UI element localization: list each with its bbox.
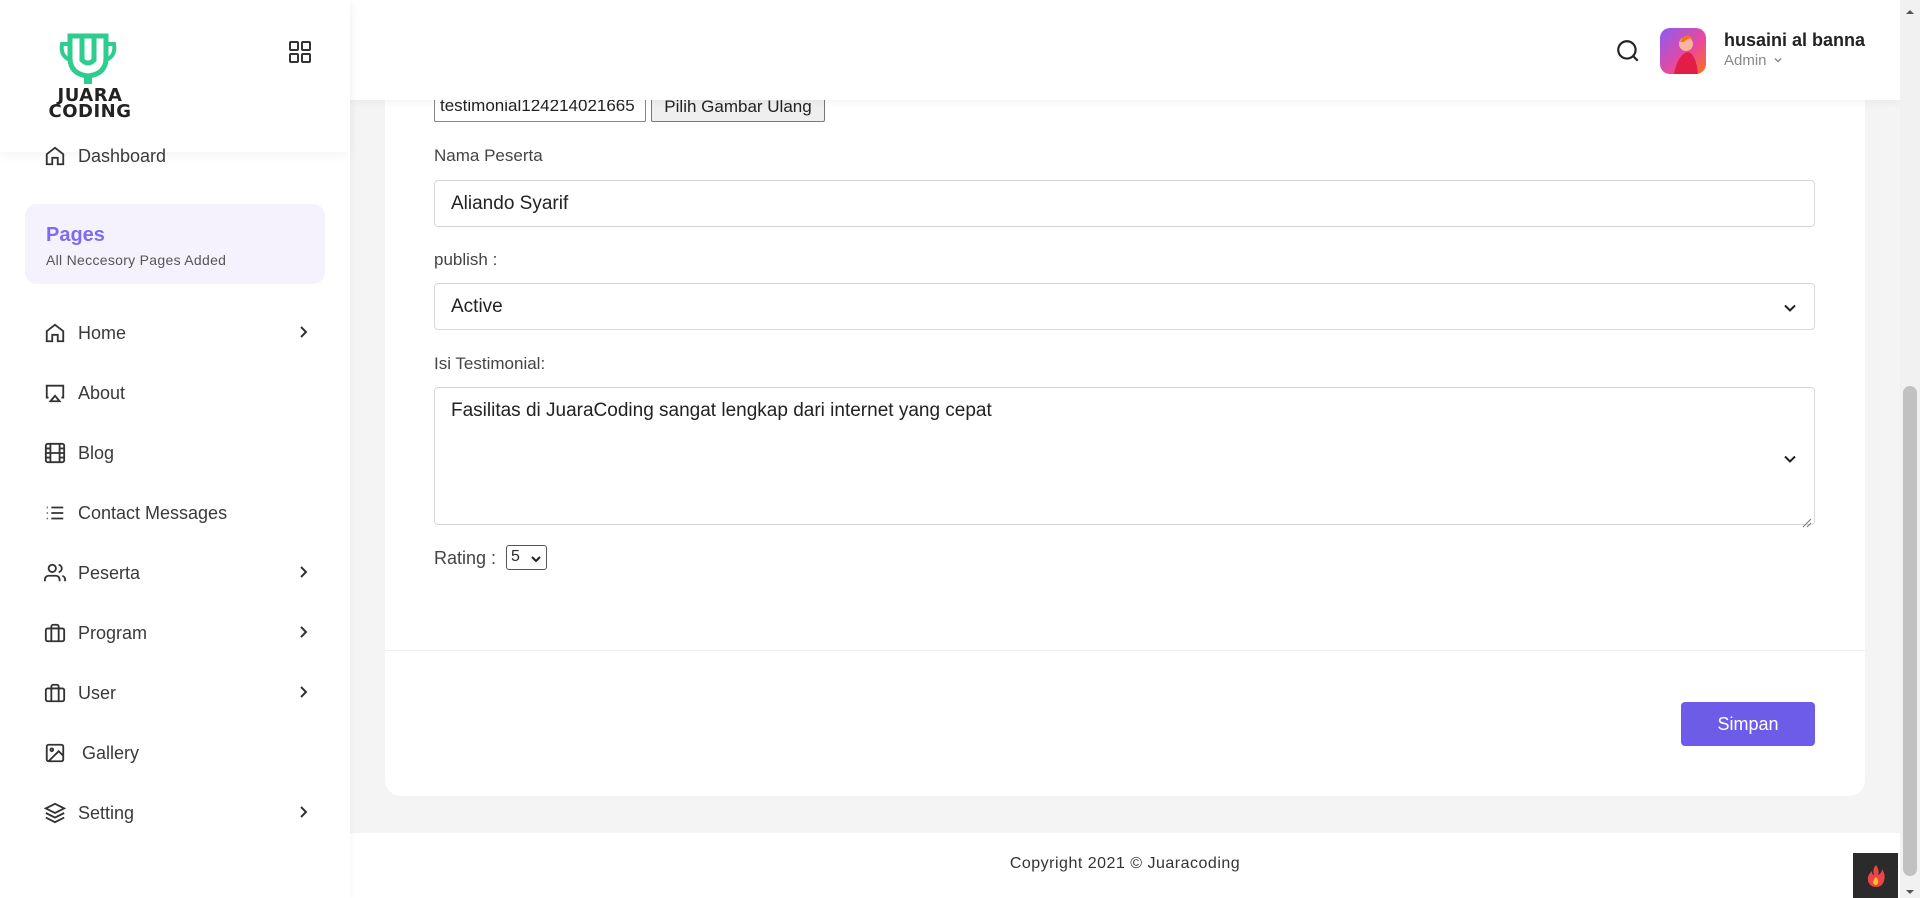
pages-title: Pages: [46, 224, 105, 246]
resize-handle-icon[interactable]: [1802, 512, 1812, 528]
sidebar-item-user[interactable]: User: [44, 678, 314, 708]
sidebar-item-label: Dashboard: [78, 145, 167, 166]
sidebar-item-label: Peserta: [78, 562, 141, 583]
logo-area: JUARA CODING: [0, 0, 350, 152]
film-icon: [44, 442, 66, 464]
publish-label: publish :: [434, 250, 498, 269]
copyright-text: Copyright 2021 © Juaracoding: [1009, 855, 1241, 872]
user-role-dropdown[interactable]: Admin: [1724, 52, 1783, 69]
sidebar-item-gallery[interactable]: Gallery: [44, 738, 314, 768]
sidebar-item-label: Program: [78, 622, 148, 643]
sidebar-item-peserta[interactable]: Peserta: [44, 558, 314, 588]
chevron-right-icon: [296, 325, 310, 339]
card-divider: [385, 650, 1865, 651]
chevron-right-icon: [296, 625, 310, 639]
sidebar-item-setting[interactable]: Setting: [44, 798, 314, 828]
trophy-logo-icon: [59, 33, 117, 84]
pages-subtitle: All Neccesory Pages Added: [46, 252, 227, 268]
avatar[interactable]: [1660, 28, 1706, 74]
sidebar-item-label: Contact Messages: [78, 502, 228, 523]
airplay-icon: [44, 382, 66, 404]
chevron-right-icon: [296, 685, 310, 699]
nama-peserta-input[interactable]: Aliando Syarif: [434, 180, 1815, 227]
isi-testimonial-value: Fasilitas di JuaraCoding sangat lengkap …: [451, 400, 992, 421]
home-icon: [44, 322, 66, 344]
users-icon: [44, 562, 66, 584]
chevron-down-icon: [1782, 451, 1798, 467]
search-icon[interactable]: [1615, 38, 1641, 64]
sidebar: JUARA CODING Dashboard Pages All Necceso…: [0, 0, 350, 898]
top-header: husaini al banna Admin: [350, 0, 1900, 100]
isi-testimonial-textarea[interactable]: Fasilitas di JuaraCoding sangat lengkap …: [434, 387, 1815, 528]
brand-logo[interactable]: JUARA CODING: [40, 30, 140, 122]
chevron-down-icon: [1782, 300, 1798, 316]
image-icon: [44, 742, 66, 764]
save-button[interactable]: Simpan: [1681, 702, 1815, 746]
chevron-right-icon: [296, 565, 310, 579]
sidebar-item-label: Home: [78, 322, 127, 343]
fire-icon[interactable]: [1853, 853, 1898, 898]
chevron-down-icon: [1774, 57, 1782, 63]
isi-testimonial-label: Isi Testimonial:: [434, 354, 546, 373]
publish-select[interactable]: Active: [434, 283, 1815, 330]
page-scrollbar[interactable]: [1900, 0, 1920, 898]
sidebar-item-label: Setting: [78, 802, 135, 823]
user-role-label: Admin: [1724, 52, 1767, 69]
scroll-down-arrow-icon[interactable]: [1905, 884, 1915, 894]
home-icon: [44, 145, 66, 167]
publish-value: Active: [451, 296, 503, 317]
sidebar-item-label: About: [78, 382, 126, 403]
sidebar-item-contact-messages[interactable]: Contact Messages: [44, 498, 314, 528]
sidebar-item-about[interactable]: About: [44, 378, 314, 408]
layers-icon: [44, 802, 66, 824]
list-icon: [44, 502, 66, 524]
sidebar-item-blog[interactable]: Blog: [44, 438, 314, 468]
briefcase-icon: [44, 622, 66, 644]
sidebar-item-program[interactable]: Program: [44, 618, 314, 648]
user-name: husaini al banna: [1724, 30, 1866, 50]
nama-peserta-value: Aliando Syarif: [451, 193, 569, 214]
sidebar-item-home[interactable]: Home: [44, 318, 314, 348]
sidebar-item-dashboard[interactable]: Dashboard: [44, 141, 314, 171]
avatar-image-icon: [1674, 35, 1698, 74]
rating-value: 5: [511, 548, 520, 565]
scroll-up-arrow-icon[interactable]: [1905, 4, 1915, 14]
nama-peserta-label: Nama Peserta: [434, 146, 543, 165]
rating-label: Rating :: [434, 548, 497, 568]
chevron-right-icon: [296, 805, 310, 819]
pages-section: Pages All Neccesory Pages Added: [25, 204, 325, 284]
briefcase-icon: [44, 682, 66, 704]
footer: Copyright 2021 © Juaracoding: [350, 833, 1900, 898]
rating-select[interactable]: 5: [506, 545, 547, 570]
scrollbar-thumb[interactable]: [1903, 386, 1917, 876]
sidebar-item-label: User: [78, 682, 117, 703]
chevron-down-icon: [530, 552, 542, 564]
logo-text: JUARA CODING: [48, 85, 132, 122]
sidebar-item-label: Blog: [78, 442, 115, 463]
grid-menu-icon[interactable]: [288, 40, 312, 64]
sidebar-item-label: Gallery: [82, 742, 140, 763]
